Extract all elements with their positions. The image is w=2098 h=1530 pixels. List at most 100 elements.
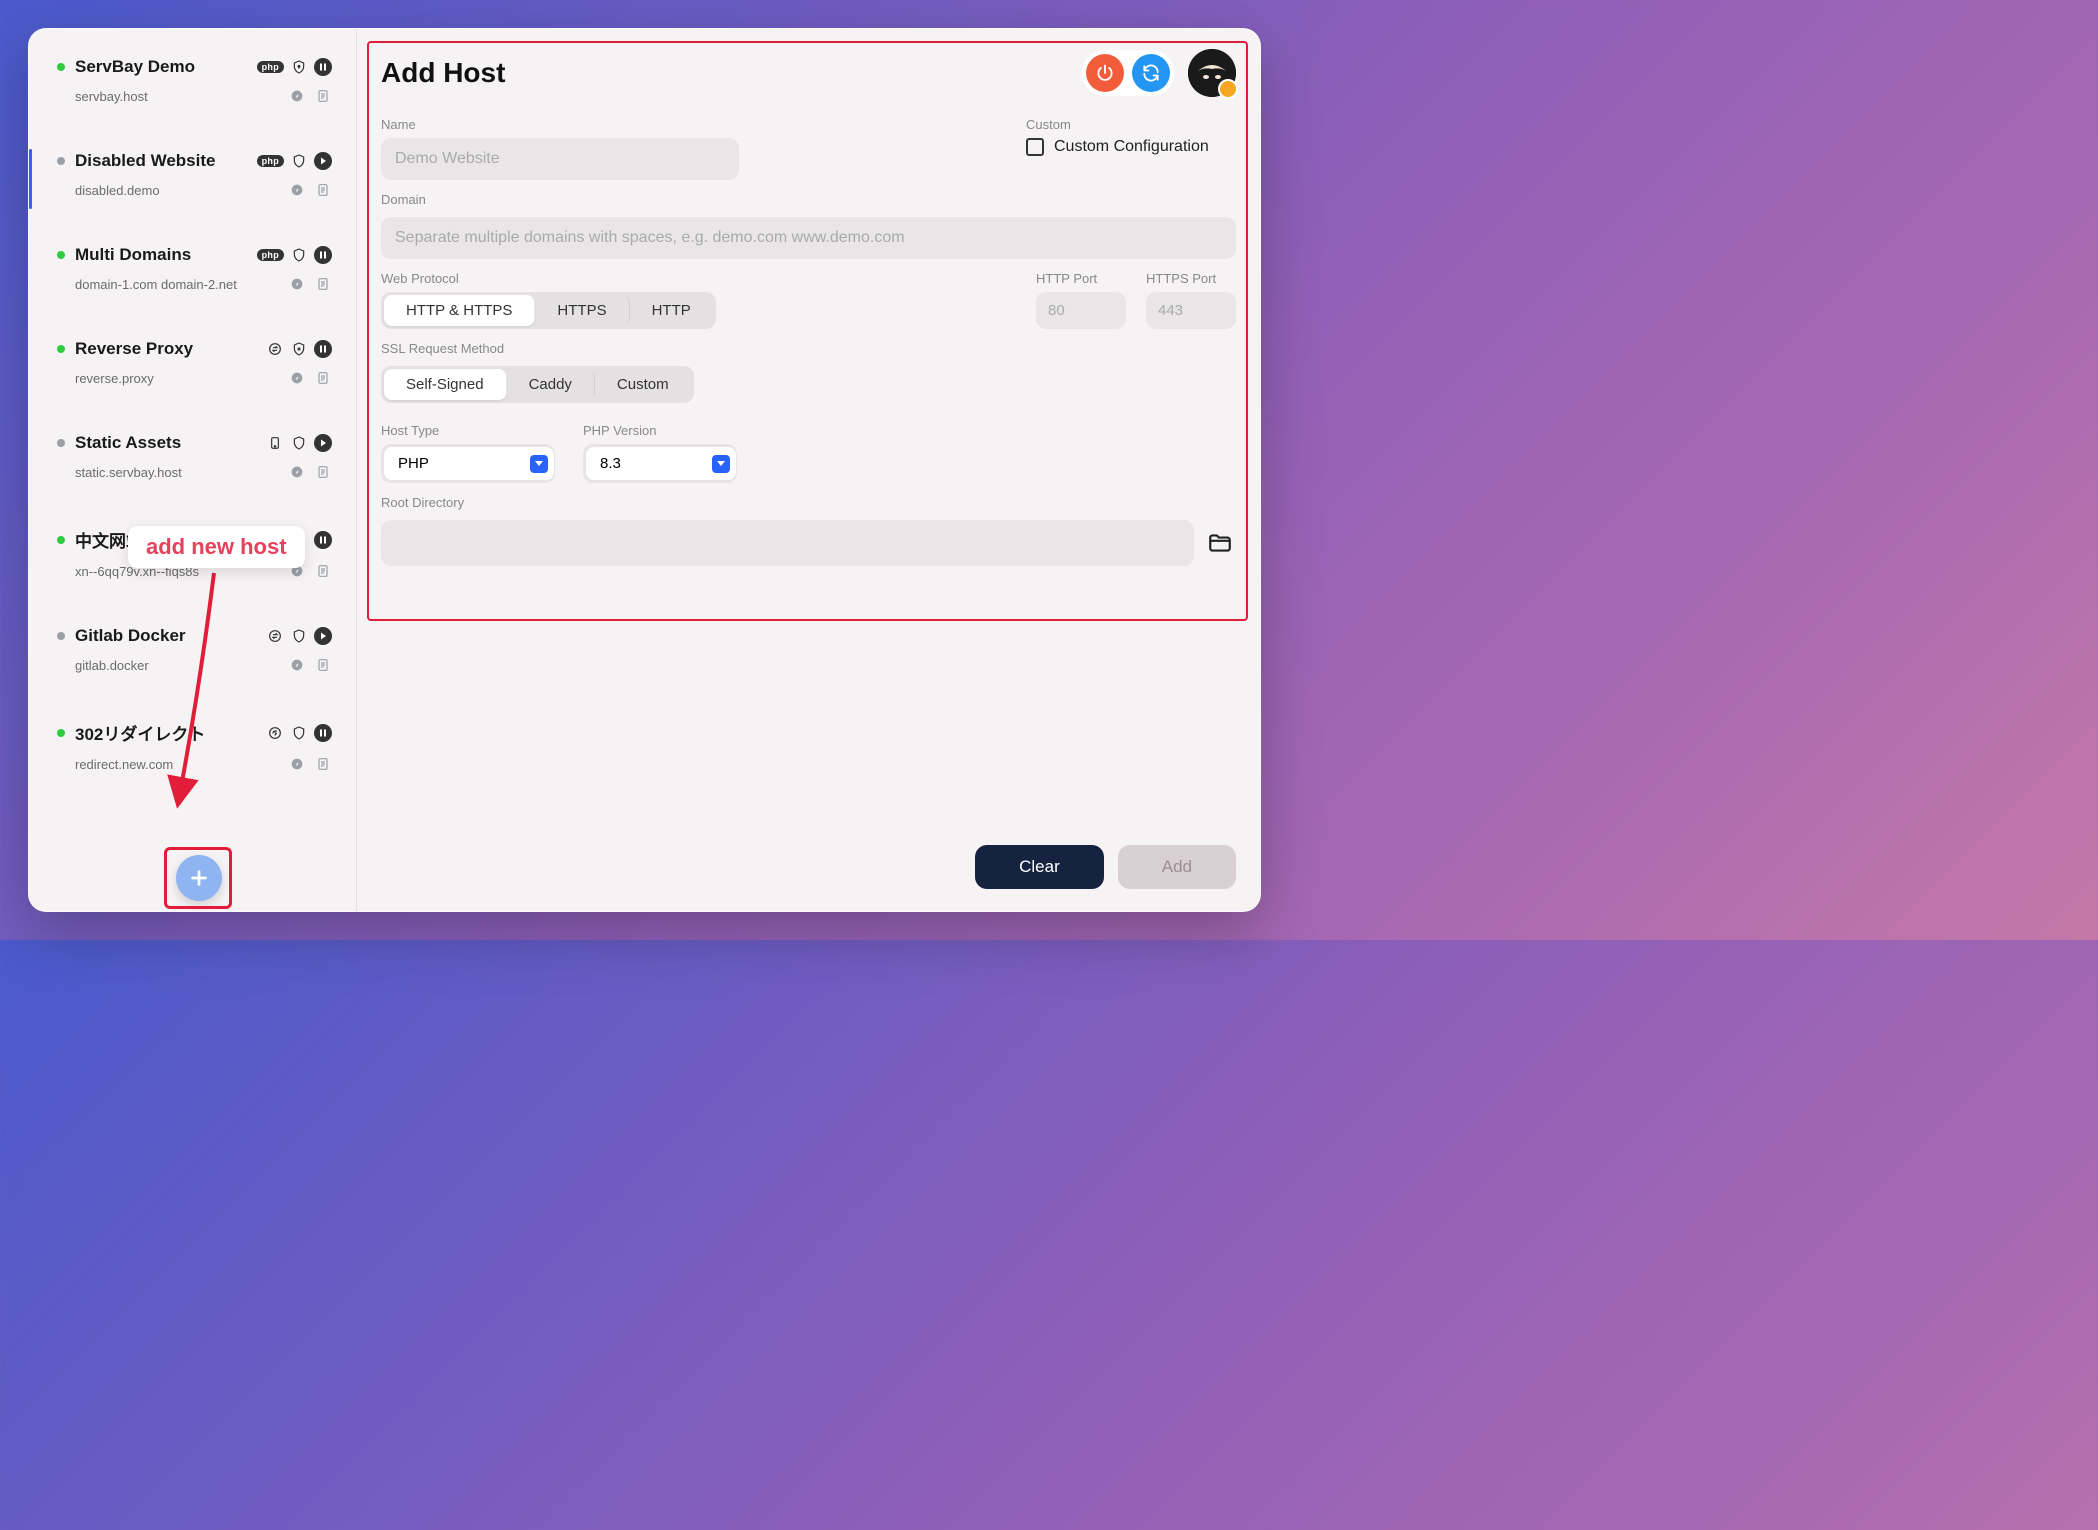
php-version-label: PHP Version [583, 423, 737, 438]
refresh-button[interactable] [1132, 54, 1170, 92]
host-domain: disabled.demo [75, 183, 278, 198]
redirect-icon [266, 724, 284, 742]
protocol-http-https[interactable]: HTTP & HTTPS [384, 295, 535, 326]
status-dot-icon [57, 729, 65, 737]
ssl-method-segmented: Self-Signed Caddy Custom [381, 366, 694, 403]
document-icon[interactable] [314, 463, 332, 481]
pause-icon[interactable] [314, 531, 332, 549]
compass-icon[interactable] [288, 275, 306, 293]
host-domain: gitlab.docker [75, 658, 278, 673]
root-dir-input[interactable] [381, 520, 1194, 566]
host-type-select[interactable]: PHP [384, 447, 554, 480]
http-port-input[interactable] [1036, 292, 1126, 329]
status-dot-icon [57, 439, 65, 447]
compass-icon[interactable] [288, 656, 306, 674]
header: Add Host [381, 49, 1236, 97]
sidebar-host-item[interactable]: Multi Domains php domain-1.com domain-2.ne… [29, 237, 356, 305]
host-type-label: Host Type [381, 423, 555, 438]
host-name: Gitlab Docker [75, 626, 256, 646]
status-dot-icon [57, 536, 65, 544]
ssl-self-signed[interactable]: Self-Signed [384, 369, 507, 400]
footer-actions: Clear Add [975, 845, 1236, 889]
pause-icon[interactable] [314, 58, 332, 76]
add-button[interactable]: Add [1118, 845, 1236, 889]
document-icon[interactable] [314, 656, 332, 674]
pause-icon[interactable] [314, 724, 332, 742]
host-name: Multi Domains [75, 245, 247, 265]
sidebar-host-item[interactable]: Static Assetsstatic.servbay.host [29, 425, 356, 493]
compass-icon[interactable] [288, 369, 306, 387]
document-icon[interactable] [314, 755, 332, 773]
host-domain: static.servbay.host [75, 465, 278, 480]
sidebar-host-item[interactable]: ServBay Demophpservbay.host [29, 49, 356, 117]
sidebar-host-item[interactable]: Reverse Proxyreverse.proxy [29, 331, 356, 399]
add-host-form: Name Custom Custom Configuration Domain … [381, 109, 1236, 566]
power-button[interactable] [1086, 54, 1124, 92]
host-domain: domain-1.com domain-2.net [75, 277, 278, 292]
play-icon[interactable] [314, 434, 332, 452]
host-name: ServBay Demo [75, 57, 247, 77]
compass-icon[interactable] [288, 463, 306, 481]
pause-icon[interactable] [314, 246, 332, 264]
custom-config-label: Custom Configuration [1054, 138, 1209, 156]
document-icon[interactable] [314, 87, 332, 105]
play-icon[interactable] [314, 627, 332, 645]
pause-icon[interactable] [314, 340, 332, 358]
status-dot-icon [57, 632, 65, 640]
custom-label: Custom [1026, 117, 1236, 132]
document-icon[interactable] [314, 275, 332, 293]
web-protocol-label: Web Protocol [381, 271, 1016, 286]
status-dot-icon [57, 251, 65, 259]
document-icon[interactable] [314, 369, 332, 387]
device-icon [266, 434, 284, 452]
name-label: Name [381, 117, 996, 132]
domain-input[interactable] [381, 217, 1236, 259]
ssl-caddy[interactable]: Caddy [507, 369, 595, 400]
shield-icon [290, 724, 308, 742]
php-version-select[interactable]: 8.3 [586, 447, 736, 480]
status-dot-icon [57, 157, 65, 165]
compass-icon[interactable] [288, 755, 306, 773]
protocol-http[interactable]: HTTP [630, 295, 713, 326]
avatar[interactable] [1188, 49, 1236, 97]
shield-icon [290, 152, 308, 170]
document-icon[interactable] [314, 181, 332, 199]
header-actions [1082, 50, 1174, 96]
host-name: 302リダイレクト [75, 720, 256, 745]
https-port-label: HTTPS Port [1146, 271, 1236, 286]
status-dot-icon [57, 345, 65, 353]
domain-label: Domain [381, 192, 1236, 207]
sidebar-host-item[interactable]: 302リダイレクト redirect.new.com [29, 712, 356, 785]
page-title: Add Host [381, 57, 1082, 89]
app-window: ServBay Demophpservbay.hostDisabled Webs… [28, 28, 1261, 912]
annotation-hint: add new host [128, 526, 305, 568]
protocol-https[interactable]: HTTPS [535, 295, 629, 326]
document-icon[interactable] [314, 562, 332, 580]
clear-button[interactable]: Clear [975, 845, 1104, 889]
https-port-input[interactable] [1146, 292, 1236, 329]
php-badge-icon: php [257, 61, 284, 73]
swap-icon [266, 627, 284, 645]
php-badge-icon: php [257, 249, 284, 261]
shield-lock-icon [290, 58, 308, 76]
host-name: Disabled Website [75, 151, 247, 171]
web-protocol-segmented: HTTP & HTTPS HTTPS HTTP [381, 292, 716, 329]
sidebar-host-item[interactable]: Gitlab Docker gitlab.docker [29, 618, 356, 686]
browse-folder-button[interactable] [1204, 529, 1236, 557]
host-domain: redirect.new.com [75, 757, 278, 772]
sidebar-host-item[interactable]: Disabled Website php disabled.demo [29, 143, 356, 211]
php-badge-icon: php [257, 155, 284, 167]
ssl-custom[interactable]: Custom [595, 369, 691, 400]
add-host-fab[interactable] [176, 855, 222, 901]
shield-icon [290, 434, 308, 452]
compass-icon[interactable] [288, 181, 306, 199]
host-domain: reverse.proxy [75, 371, 278, 386]
compass-icon[interactable] [288, 87, 306, 105]
custom-config-checkbox[interactable] [1026, 138, 1044, 156]
shield-x-icon [290, 340, 308, 358]
ssl-method-label: SSL Request Method [381, 341, 1236, 356]
shield-icon [290, 246, 308, 264]
play-icon[interactable] [314, 152, 332, 170]
root-dir-label: Root Directory [381, 495, 1236, 510]
name-input[interactable] [381, 138, 739, 180]
